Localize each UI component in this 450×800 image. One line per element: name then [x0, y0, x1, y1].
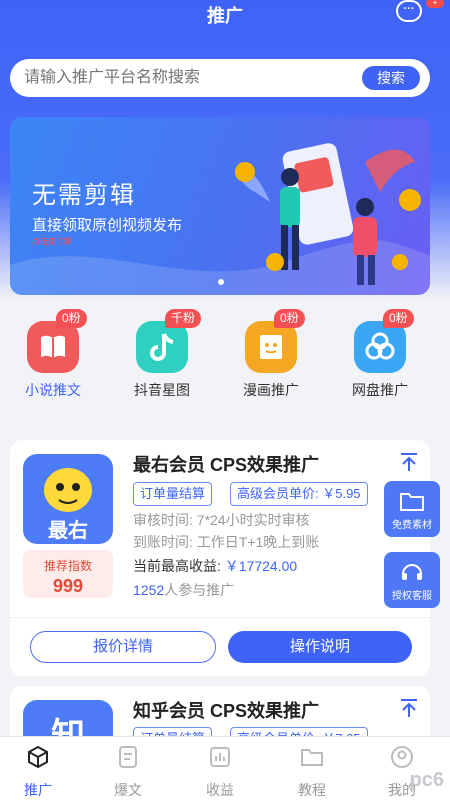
pin-top-icon[interactable] [398, 697, 420, 719]
category-badge: 0粉 [274, 309, 305, 328]
tab-tutorial[interactable]: 教程 [282, 745, 342, 800]
search-button[interactable]: 搜索 [362, 66, 420, 90]
recommend-index: 推荐指数 999 [23, 550, 113, 598]
side-button-label: 授权客服 [392, 591, 432, 602]
recommend-label: 推荐指数 [43, 559, 92, 573]
banner-subline: 直接领取原创视频发布 [32, 217, 183, 234]
message-icon[interactable]: ··· [396, 0, 422, 22]
category-badge: 0粉 [383, 309, 414, 328]
watermark: pc6 [409, 769, 444, 791]
settlement-tag: 订单量结算 [133, 482, 213, 506]
promo-banner[interactable]: 无需剪辑 直接领取原创视频发布 点击查了解 [10, 117, 430, 295]
document-icon [119, 746, 137, 768]
participant-count: 1252人参与推广 [133, 582, 235, 598]
bottom-tab-bar: 推广 爆文 收益 教程 我的 pc6 [0, 736, 450, 800]
guide-button[interactable]: 操作说明 [228, 631, 412, 663]
message-badge: + [426, 0, 444, 8]
folder-icon [301, 749, 323, 766]
folder-icon [400, 493, 424, 511]
tab-income[interactable]: 收益 [190, 745, 250, 800]
tab-articles[interactable]: 爆文 [98, 745, 158, 800]
pin-top-icon[interactable] [398, 451, 420, 473]
promo-card[interactable]: 最右 推荐指数 999 最右会员 CPS效果推广 订单量结算 高级会员单价: ￥… [10, 440, 430, 676]
max-income: 当前最高收益: ￥17724.00 [133, 558, 298, 574]
review-time: 审核时间: 7*24小时实时审核 [133, 512, 310, 528]
page-title: 推广 [207, 6, 243, 26]
free-material-button[interactable]: 免费素材 [384, 481, 440, 537]
user-icon [391, 746, 413, 768]
tab-label: 推广 [24, 782, 52, 798]
price-detail-button[interactable]: 报价详情 [30, 631, 216, 663]
tab-label: 爆文 [114, 782, 142, 798]
comic-icon [245, 321, 297, 373]
cloud-icon [354, 321, 406, 373]
banner-tiny-text: 点击查了解 [32, 237, 72, 246]
category-badge: 千粉 [165, 309, 202, 328]
card-title: 最右会员 CPS效果推广 [133, 455, 320, 475]
card-divider [10, 617, 430, 618]
tab-label: 收益 [206, 782, 234, 798]
side-button-label: 免费素材 [392, 520, 432, 531]
category-label: 抖音星图 [134, 382, 190, 398]
price-tag: 高级会员单价: ￥5.95 [230, 482, 368, 506]
tiktok-icon [136, 321, 188, 373]
recommend-value: 999 [52, 576, 84, 596]
payout-time: 到账时间: 工作日T+1晚上到账 [133, 534, 320, 550]
banner-headline: 无需剪辑 [32, 182, 136, 209]
tab-label: 教程 [298, 782, 326, 798]
banner-pager-dot [218, 279, 224, 285]
bar-chart-icon [210, 747, 230, 767]
category-label: 小说推文 [25, 382, 81, 398]
search-input[interactable] [24, 59, 354, 97]
cube-icon [28, 745, 48, 769]
category-label: 网盘推广 [352, 382, 408, 398]
category-badge: 0粉 [56, 309, 87, 328]
category-row: 0粉 小说推文 千粉 抖音星图 0粉 漫画推广 0粉 网盘推广 [0, 305, 450, 405]
banner-illustration [235, 143, 421, 285]
card-title: 知乎会员 CPS效果推广 [133, 701, 320, 721]
category-label: 漫画推广 [243, 382, 299, 398]
support-button[interactable]: 授权客服 [384, 552, 440, 608]
logo-text: 最右 [48, 520, 88, 542]
headset-icon [402, 564, 422, 580]
book-icon [27, 321, 79, 373]
tab-promote[interactable]: 推广 [8, 745, 68, 800]
search-bar: 搜索 [10, 59, 430, 97]
zuiyou-logo: 最右 [23, 454, 113, 544]
